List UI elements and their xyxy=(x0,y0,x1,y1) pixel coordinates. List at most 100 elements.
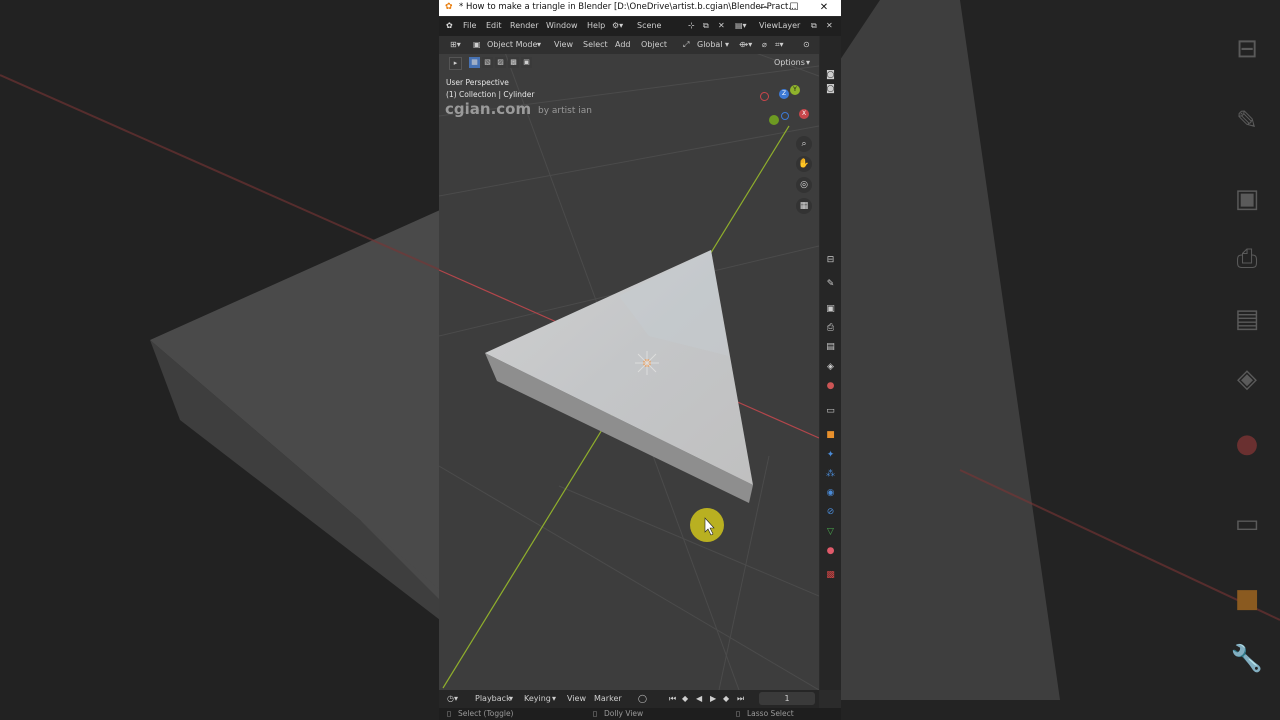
world-icon[interactable]: ● xyxy=(824,380,837,393)
timeline-view-menu[interactable]: View xyxy=(567,694,586,703)
viewport-header: ⊞▾ ▣ Object Mode ▾ View Select Add Objec… xyxy=(439,36,819,54)
options-dropdown[interactable]: Options xyxy=(774,58,805,67)
modifier-icon[interactable]: ✦ xyxy=(824,449,837,462)
zoom-icon[interactable]: ⌕ xyxy=(796,136,812,152)
navigation-gizmo[interactable]: Z Y X xyxy=(757,78,817,128)
delete-view-layer-icon[interactable]: ✕ xyxy=(826,21,833,30)
scene-icon[interactable]: ◈ xyxy=(824,361,837,374)
particles-icon[interactable]: ⁂ xyxy=(824,468,837,481)
scene-name[interactable]: Scene xyxy=(637,21,661,30)
current-frame-field[interactable]: 1 xyxy=(759,692,815,705)
prev-keyframe-icon[interactable]: ◆ xyxy=(682,694,688,703)
z-axis-icon[interactable]: Z xyxy=(779,89,789,99)
menu-window[interactable]: Window xyxy=(546,21,578,30)
editor-type-icon[interactable]: ⊟ xyxy=(824,254,837,267)
tool-icon[interactable]: ✎ xyxy=(824,278,837,291)
editor-type-icon[interactable]: ⊞▾ xyxy=(450,40,461,49)
toggle-icon: ⊟ xyxy=(1236,34,1258,64)
jump-start-icon[interactable]: ⏮ xyxy=(669,694,676,704)
object-icon[interactable]: ■ xyxy=(824,429,837,442)
pin-icon[interactable]: ⊹ xyxy=(688,21,695,30)
playback-menu[interactable]: Playback xyxy=(475,694,511,703)
proportional-edit-icon[interactable]: ⊙ xyxy=(803,40,810,49)
background-left-art xyxy=(0,74,440,620)
keying-menu[interactable]: Keying xyxy=(524,694,551,703)
tool-icon: ✎ xyxy=(1236,106,1258,136)
3d-viewport[interactable]: User Perspective (1) Collection | Cylind… xyxy=(439,36,819,690)
camera-view-icon[interactable]: ◎ xyxy=(796,177,812,193)
output-icon[interactable]: ⎙ xyxy=(824,322,837,335)
camera-icon[interactable]: ◙ xyxy=(824,69,837,82)
top-bar: ✿ File Edit Render Window Help ⚙▾ Scene … xyxy=(439,17,841,36)
select-intersect-icon[interactable]: ▣ xyxy=(521,57,532,68)
pan-hand-icon[interactable]: ✋ xyxy=(796,156,812,172)
snap-target-icon[interactable]: ⌗▾ xyxy=(775,40,784,50)
orientation-icon: ⤢ xyxy=(683,40,690,49)
new-view-layer-icon[interactable]: ⧉ xyxy=(811,21,817,31)
jump-end-icon[interactable]: ⏭ xyxy=(737,694,744,704)
collection-icon[interactable]: ▭ xyxy=(824,405,837,418)
status-dolly: Dolly View xyxy=(604,709,644,718)
data-icon[interactable]: ▽ xyxy=(824,526,837,539)
timeline-editor-icon[interactable]: ◷▾ xyxy=(447,694,458,703)
mode-dropdown[interactable]: Object Mode xyxy=(487,40,537,49)
scene-icon: ◈ xyxy=(1237,364,1257,394)
collection-label: (1) Collection | Cylinder xyxy=(446,90,535,99)
menu-file[interactable]: File xyxy=(463,21,476,30)
physics-icon[interactable]: ◉ xyxy=(824,487,837,500)
y-axis-icon[interactable]: Y xyxy=(790,85,800,95)
menu-view[interactable]: View xyxy=(554,40,573,49)
neg-z-axis-icon[interactable] xyxy=(781,112,789,120)
perspective-toggle-icon[interactable]: ▦ xyxy=(796,198,812,214)
chevron-down-icon: ▾ xyxy=(509,694,514,703)
tool-settings-row: ▸ ▦ ▧ ▨ ▩ ▣ Options ▾ xyxy=(439,54,819,72)
menu-object[interactable]: Object xyxy=(641,40,667,49)
auto-keying-icon[interactable]: ◯ xyxy=(638,694,647,703)
next-keyframe-icon[interactable]: ◆ xyxy=(723,694,729,703)
minimize-button[interactable]: — xyxy=(749,0,779,16)
select-invert-icon[interactable]: ▩ xyxy=(508,57,519,68)
neg-x-axis-icon[interactable] xyxy=(760,92,769,101)
close-button[interactable]: ✕ xyxy=(809,0,839,16)
delete-scene-icon[interactable]: ✕ xyxy=(718,21,725,30)
title-bar: ✿ * How to make a triangle in Blender [D… xyxy=(439,0,841,16)
camera-icon[interactable]: ◙ xyxy=(824,83,837,96)
texture-icon[interactable]: ▩ xyxy=(824,569,837,582)
blender-menu-icon[interactable]: ✿ xyxy=(446,21,453,30)
marker-menu[interactable]: Marker xyxy=(594,694,622,703)
view-layer-icon[interactable]: ▤ xyxy=(824,341,837,354)
menu-add[interactable]: Add xyxy=(615,40,631,49)
output-icon: ⎙ xyxy=(1236,244,1258,274)
constraints-icon[interactable]: ⊘ xyxy=(824,506,837,519)
mouse-middle-icon: ▯ xyxy=(593,709,598,718)
scene-selector-icon[interactable]: ⚙▾ xyxy=(612,21,623,30)
orientation-dropdown[interactable]: Global xyxy=(697,40,723,49)
select-subtract-icon[interactable]: ▨ xyxy=(495,57,506,68)
perspective-label: User Perspective xyxy=(446,78,509,87)
blender-logo-icon: ✿ xyxy=(445,2,453,12)
render-icon[interactable]: ▣ xyxy=(824,303,837,316)
select-new-icon[interactable]: ▦ xyxy=(469,57,480,68)
viewport-scene xyxy=(439,36,819,690)
menu-select[interactable]: Select xyxy=(583,40,608,49)
pivot-icon[interactable]: ⟴▾ xyxy=(739,40,752,49)
watermark: cgian.com xyxy=(445,100,532,118)
neg-y-axis-icon[interactable] xyxy=(769,115,779,125)
material-icon[interactable]: ● xyxy=(824,545,837,558)
menu-edit[interactable]: Edit xyxy=(486,21,502,30)
snap-icon[interactable]: ⌀ xyxy=(762,40,767,49)
view-layer-name[interactable]: ViewLayer xyxy=(759,21,800,30)
play-icon[interactable]: ▶ xyxy=(710,694,716,703)
play-reverse-icon[interactable]: ◀ xyxy=(696,694,702,703)
select-extend-icon[interactable]: ▧ xyxy=(482,57,493,68)
maximize-button[interactable]: ☐ xyxy=(779,0,809,16)
chevron-down-icon: ▾ xyxy=(537,40,542,49)
mode-icon: ▣ xyxy=(473,40,481,49)
menu-help[interactable]: Help xyxy=(587,21,605,30)
view-layer-selector-icon[interactable]: ▤▾ xyxy=(735,21,747,30)
x-axis-icon[interactable]: X xyxy=(799,109,809,119)
background-right-art xyxy=(840,0,1280,700)
select-tool-icon[interactable]: ▸ xyxy=(449,57,462,70)
menu-render[interactable]: Render xyxy=(510,21,538,30)
new-scene-icon[interactable]: ⧉ xyxy=(703,21,709,31)
